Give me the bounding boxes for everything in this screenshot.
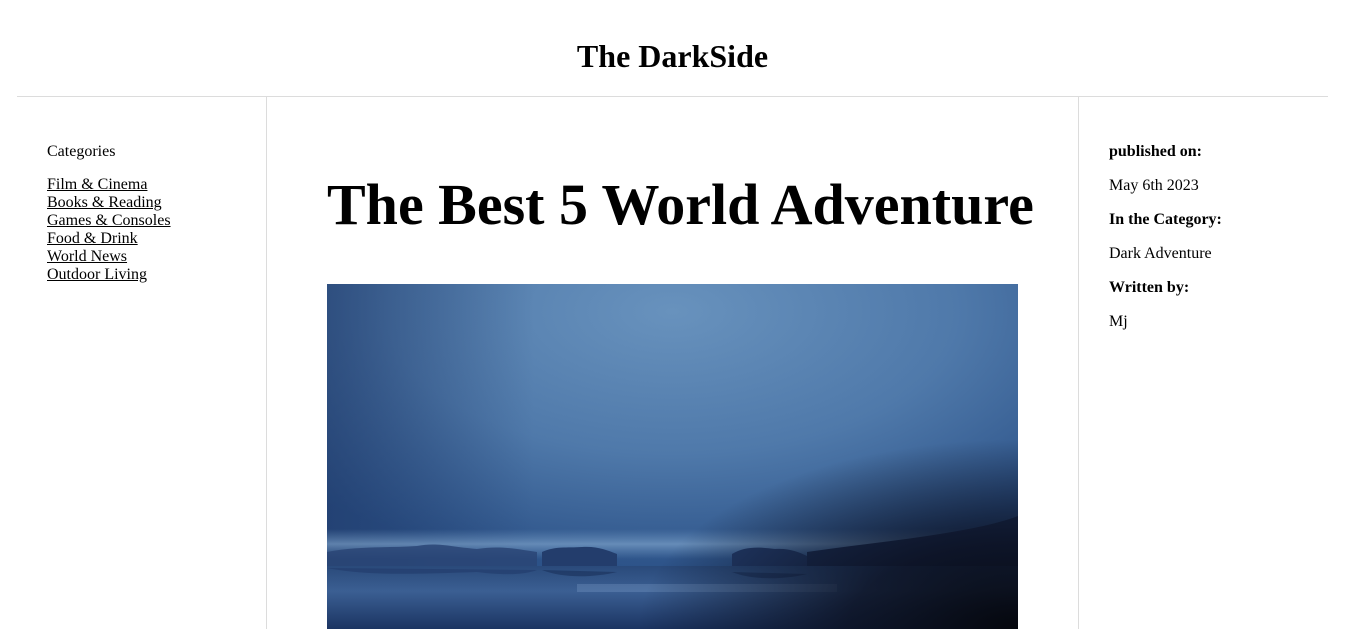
category-link-film-cinema[interactable]: Film & Cinema: [47, 176, 147, 193]
category-link-food-drink[interactable]: Food & Drink: [47, 230, 138, 247]
published-label: published on:: [1109, 143, 1202, 160]
site-title[interactable]: The DarkSide: [17, 37, 1328, 75]
list-item: Outdoor Living: [47, 266, 171, 284]
list-item: Food & Drink: [47, 230, 171, 248]
list-item: Games & Consoles: [47, 212, 171, 230]
category-link-world-news[interactable]: World News: [47, 248, 127, 265]
categories-heading: Categories: [47, 143, 116, 160]
author-label: Written by:: [1109, 279, 1190, 296]
author-name: Mj: [1109, 313, 1128, 330]
category-label: In the Category:: [1109, 211, 1222, 228]
category-link-games-consoles[interactable]: Games & Consoles: [47, 212, 171, 229]
published-date: May 6th 2023: [1109, 177, 1199, 194]
categories-sidebar: Categories Film & Cinema Books & Reading…: [17, 97, 267, 629]
site-header: The DarkSide: [17, 0, 1328, 97]
category-value: Dark Adventure: [1109, 245, 1212, 262]
article-title: The Best 5 World Adventure: [327, 172, 1034, 237]
category-link-books-reading[interactable]: Books & Reading: [47, 194, 162, 211]
list-item: Film & Cinema: [47, 176, 171, 194]
list-item: World News: [47, 248, 171, 266]
category-list: Film & Cinema Books & Reading Games & Co…: [47, 176, 171, 284]
article-main: The Best 5 World Adventure: [267, 97, 1078, 629]
article-meta-sidebar: published on: May 6th 2023 In the Catego…: [1078, 97, 1329, 629]
list-item: Books & Reading: [47, 194, 171, 212]
hero-image-graphic: [327, 284, 1018, 629]
misty-lake-landscape-image: [327, 284, 1018, 629]
category-link-outdoor-living[interactable]: Outdoor Living: [47, 266, 147, 283]
